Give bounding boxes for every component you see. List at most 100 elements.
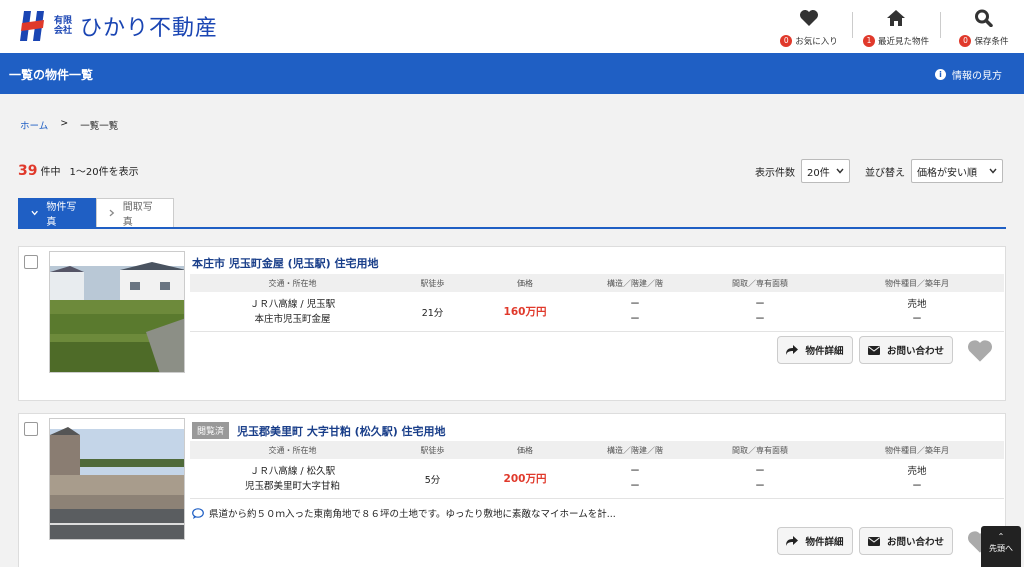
listing-address: 児玉郡美里町大字甘粕 xyxy=(244,480,340,492)
detail-button-label: 物件詳細 xyxy=(805,537,844,548)
listing-area: ー xyxy=(755,313,765,325)
col-header-structure: 構造／階建／階 xyxy=(607,445,663,455)
back-to-top-button[interactable]: ⌃ 先頭へ xyxy=(981,526,1021,567)
result-total-suffix: 件中 xyxy=(40,167,61,178)
chevron-down-icon xyxy=(989,168,997,174)
listing-type: 売地 xyxy=(907,465,927,477)
listing-type: 売地 xyxy=(907,298,927,310)
col-header-walk: 駅徒歩 xyxy=(420,445,445,455)
col-header-layout: 間取／専有面積 xyxy=(732,445,788,455)
listing-description: 県道から約５０ｍ入った東南角地で８６坪の土地です。ゆったり敷地に素敵なマイホーム… xyxy=(192,506,616,520)
inquiry-button[interactable]: お問い合わせ xyxy=(859,336,953,364)
result-range: 1〜20件を表示 xyxy=(69,167,139,178)
chevron-down-icon xyxy=(31,210,38,216)
envelope-icon xyxy=(867,536,880,546)
result-count: 39 件中 1〜20件を表示 xyxy=(18,163,139,179)
chevron-down-icon xyxy=(836,168,844,174)
logo-mark-icon xyxy=(20,9,48,43)
logo-company-name: ひかり不動産 xyxy=(80,16,219,41)
tab-property-photo[interactable]: 物件写真 xyxy=(18,198,96,228)
breadcrumb: ホーム > 一覧一覧 xyxy=(20,118,118,132)
listing-table-header: 交通・所在地 駅徒歩 価格 構造／階建／階 間取／専有面積 物件種目／築年月 xyxy=(190,441,1004,459)
logo[interactable]: 有限会社 ひかり不動産 xyxy=(20,9,218,43)
listing-photo[interactable] xyxy=(49,251,185,373)
view-tabs: 物件写真 間取写真 xyxy=(18,198,174,228)
listing-line: ＪＲ八高線 / 児玉駅 xyxy=(249,298,336,310)
page-title: 一覧の物件一覧 xyxy=(9,68,94,82)
sort-order-select[interactable]: 価格が安い順 xyxy=(911,159,1003,183)
detail-button[interactable]: 物件詳細 xyxy=(777,336,853,364)
listing-area: ー xyxy=(755,480,765,492)
chevron-up-icon: ⌃ xyxy=(997,532,1005,541)
breadcrumb-separator: > xyxy=(60,118,69,129)
listing-table-header: 交通・所在地 駅徒歩 価格 構造／階建／階 間取／専有面積 物件種目／築年月 xyxy=(190,274,1004,292)
listing-line: ＪＲ八高線 / 松久駅 xyxy=(249,465,336,477)
listing-title-text: 本庄市 児玉町金屋 (児玉駅) 住宅用地 xyxy=(192,257,379,270)
recently-viewed-count-badge: 1 xyxy=(862,35,875,47)
inquiry-button-label: お問い合わせ xyxy=(886,537,944,548)
listing-description-text: 県道から約５０ｍ入った東南角地で８６坪の土地です。ゆったり敷地に素敵なマイホーム… xyxy=(209,509,616,520)
envelope-icon xyxy=(867,345,880,355)
listing-table-row: ＪＲ八高線 / 松久駅 児玉郡美里町大字甘粕 5分 200万円 ーー ーー 売地ー xyxy=(190,459,1004,499)
listing-walk: 5分 xyxy=(424,474,441,486)
chevron-right-icon xyxy=(109,209,115,217)
detail-button[interactable]: 物件詳細 xyxy=(777,527,853,555)
listing-select-checkbox[interactable] xyxy=(24,255,38,269)
col-header-price: 価格 xyxy=(517,445,533,455)
favorites-count-badge: 0 xyxy=(780,35,793,47)
heart-icon xyxy=(800,10,818,26)
per-page-control: 表示件数 20件 xyxy=(755,159,850,183)
land-photo-image xyxy=(50,419,184,539)
result-total: 39 xyxy=(18,163,38,179)
listing-price: 200万円 xyxy=(503,473,547,485)
listing-photo[interactable] xyxy=(49,418,185,540)
nav-saved-conditions[interactable]: 0 保存条件 xyxy=(940,0,1024,53)
listing-title[interactable]: 本庄市 児玉町金屋 (児玉駅) 住宅用地 xyxy=(192,255,379,271)
home-icon xyxy=(887,10,905,26)
sort-order-label: 並び替え xyxy=(865,167,905,179)
nav-favorites-label: お気に入り xyxy=(795,37,838,47)
nav-recently-viewed-label: 最近見た物件 xyxy=(877,37,929,47)
share-arrow-icon xyxy=(786,536,799,546)
info-icon: i xyxy=(935,69,946,80)
share-arrow-icon xyxy=(786,345,799,355)
listing-built: ー xyxy=(912,313,922,325)
tab-property-photo-label: 物件写真 xyxy=(46,202,77,228)
per-page-value: 20件 xyxy=(807,167,830,179)
per-page-select[interactable]: 20件 xyxy=(801,159,850,183)
listing-walk: 21分 xyxy=(421,307,444,319)
col-header-structure: 構造／階建／階 xyxy=(607,278,663,288)
breadcrumb-current: 一覧一覧 xyxy=(80,121,119,132)
listing-select-checkbox[interactable] xyxy=(24,422,38,436)
detail-button-label: 物件詳細 xyxy=(805,346,844,357)
nav-favorites[interactable]: 0 お気に入り xyxy=(765,0,853,53)
listing-table-row: ＪＲ八高線 / 児玉駅 本庄市児玉町金屋 21分 160万円 ーー ーー 売地ー xyxy=(190,292,1004,332)
listing-layout: ー xyxy=(755,465,765,477)
listing-title-text: 児玉郡美里町 大字甘粕 (松久駅) 住宅用地 xyxy=(237,424,446,438)
info-guide-link[interactable]: i 情報の見方 xyxy=(935,67,1002,82)
search-icon xyxy=(975,9,993,27)
listing-title[interactable]: 閲覧済 児玉郡美里町 大字甘粕 (松久駅) 住宅用地 xyxy=(192,422,446,439)
sort-order-control: 並び替え 価格が安い順 xyxy=(865,159,1003,183)
tab-underline xyxy=(18,227,1006,229)
col-header-type: 物件種目／築年月 xyxy=(885,445,949,455)
col-header-price: 価格 xyxy=(517,278,533,288)
per-page-label: 表示件数 xyxy=(755,167,795,179)
sort-order-value: 価格が安い順 xyxy=(917,167,977,179)
listing-address: 本庄市児玉町金屋 xyxy=(254,313,331,325)
breadcrumb-home-link[interactable]: ホーム xyxy=(20,118,48,132)
info-guide-label: 情報の見方 xyxy=(952,71,1002,82)
speech-bubble-icon xyxy=(192,507,204,519)
nav-saved-conditions-label: 保存条件 xyxy=(974,37,1009,47)
listing-structure: ー xyxy=(630,298,640,310)
inquiry-button-label: お問い合わせ xyxy=(886,346,944,357)
nav-recently-viewed[interactable]: 1 最近見た物件 xyxy=(852,0,940,53)
col-header-type: 物件種目／築年月 xyxy=(885,278,949,288)
viewed-badge: 閲覧済 xyxy=(192,422,230,439)
tab-floorplan-photo[interactable]: 間取写真 xyxy=(96,198,174,228)
listing-structure: ー xyxy=(630,465,640,477)
land-photo-image xyxy=(50,252,184,372)
col-header-access: 交通・所在地 xyxy=(268,445,317,455)
inquiry-button[interactable]: お問い合わせ xyxy=(859,527,953,555)
favorite-heart-icon[interactable] xyxy=(966,339,994,363)
